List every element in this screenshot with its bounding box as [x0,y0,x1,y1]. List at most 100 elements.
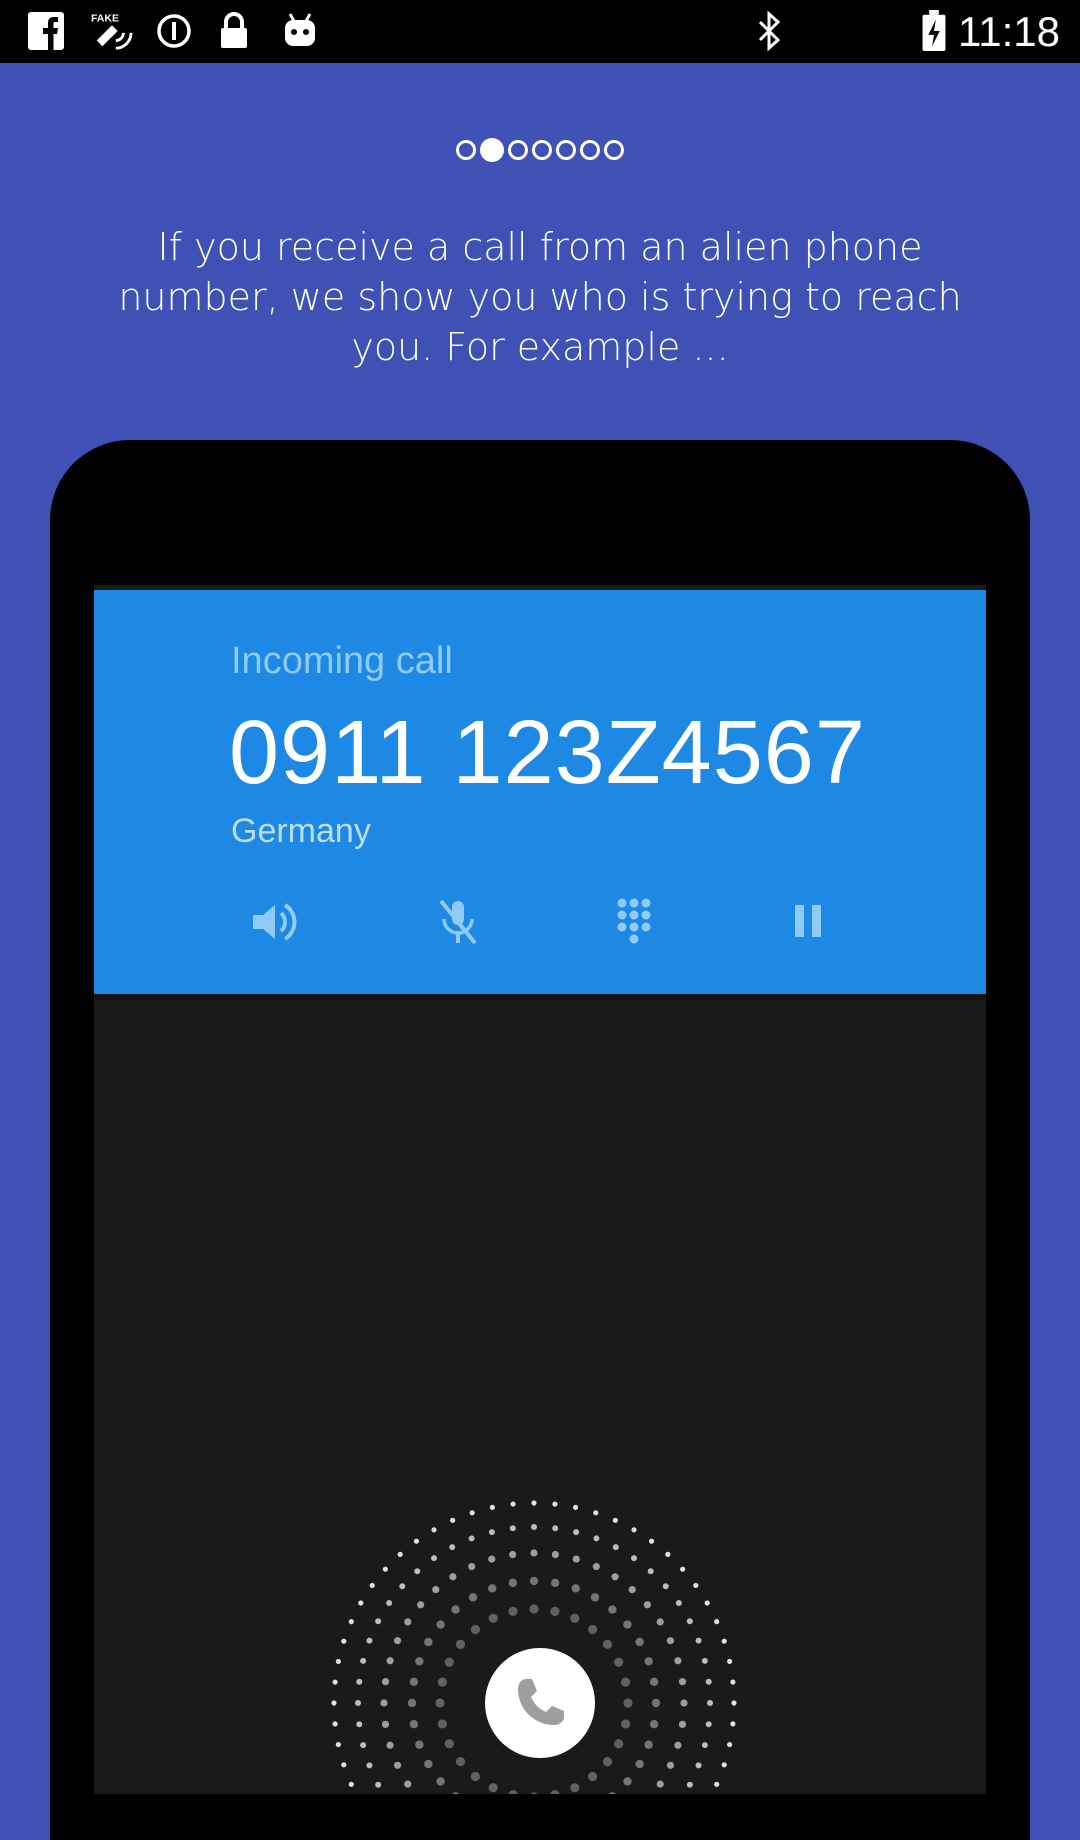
ripple-dot [680,1566,686,1572]
ripple-dot [360,1742,367,1749]
ripple-dot [714,1781,720,1787]
ripple-dot [588,1771,598,1782]
ripple-dot [572,1555,580,1563]
mute-icon [439,899,477,945]
ripple-dot [648,1538,655,1544]
ripple-dot [382,1566,388,1572]
ripple-dot [680,1699,688,1707]
ripple-dot [623,1698,633,1708]
ripple-dot [602,1639,613,1649]
ripple-dot [730,1721,736,1727]
ripple-dot [444,1739,454,1749]
pause-icon [795,905,821,937]
page-dot[interactable] [604,140,624,160]
ripple-dot [592,1562,600,1571]
status-bar: FAKE 11:18 [0,0,1080,63]
ripple-dot [508,1578,518,1588]
page-dot-active[interactable] [480,138,504,162]
ripple-dot [435,1698,445,1708]
ripple-dot [649,1719,659,1729]
page-dot[interactable] [580,140,600,160]
ripple-dot [621,1677,631,1687]
ripple-dot [424,1759,433,1769]
ripple-dot [488,1584,497,1593]
ripple-dot [714,1619,720,1625]
ripple-dot [674,1741,682,1749]
ripple-dot [397,1551,403,1557]
ripple-dot [612,1544,619,1551]
ripple-dot [612,1517,618,1523]
ripple-dot [417,1601,425,1609]
ripple-dot [552,1501,558,1507]
ripple-dot [678,1720,687,1728]
ripple-dot [529,1576,539,1586]
onboarding-description: If you receive a call from an alien phon… [118,225,962,369]
ripple-dot [409,1719,419,1729]
dialpad-icon [617,898,651,944]
ripple-dot [366,1762,373,1769]
ripple-dot [614,1739,624,1749]
facebook-icon [28,12,64,50]
ripple-dot [621,1719,631,1729]
ripple-dot [431,1527,437,1533]
ripple-dot [552,1525,559,1532]
ripple-dot [731,1700,737,1706]
ripple-dot [550,1790,560,1794]
ripple-dot [335,1741,341,1748]
page-dot[interactable] [508,140,528,160]
speaker-icon [253,903,297,941]
ripple-dot [721,1638,727,1644]
ripple-dot [573,1529,580,1536]
ripple-dot [721,1762,727,1768]
ripple-dot [431,1555,438,1562]
ripple-dot [675,1600,682,1607]
ripple-dot [571,1584,580,1593]
ripple-dot [550,1578,560,1588]
ripple-dot [455,1639,466,1649]
ripple-dot [665,1551,671,1557]
fake-gps-icon: FAKE [91,12,133,50]
ripple-dot [488,1613,498,1623]
ripple-dot [570,1613,580,1623]
ripple-dot [380,1699,388,1707]
ripple-dot [449,1573,457,1581]
ripple-dot [695,1637,702,1644]
ripple-dot [386,1600,393,1607]
ripple-dot [414,1568,421,1575]
page-dot[interactable] [556,140,576,160]
ripple-dot [488,1555,496,1563]
ripple-dot [424,1637,433,1647]
page-dot[interactable] [456,140,476,160]
caller-country: Germany [231,812,371,850]
ripple-dot [635,1637,644,1647]
ripple-dot [666,1761,675,1769]
ripple-dot [701,1742,708,1749]
ripple-dot [593,1510,599,1516]
ripple-dot [602,1757,613,1767]
bluetooth-icon [758,10,781,52]
ripple-dot [341,1762,347,1768]
ripple-dot [331,1700,337,1706]
ripple-dot [704,1600,710,1606]
lock-icon [221,12,247,48]
ripple-dot [509,1525,516,1532]
ripple-dot [510,1501,516,1507]
ripple-dot [375,1618,382,1625]
ripple-dot [436,1777,445,1786]
ripple-dot [730,1679,736,1685]
ripple-dot [727,1741,733,1748]
ripple-dot [608,1605,617,1614]
ripple-dot [381,1678,390,1686]
ripple-dot [508,1606,518,1616]
android-icon [285,13,315,46]
ripple-dot [531,1500,537,1506]
page-dot[interactable] [532,140,552,160]
ripple-dot [468,1535,475,1542]
ripple-dot [531,1524,537,1530]
ripple-dot [407,1698,417,1708]
ripple-dot [358,1600,364,1606]
ripple-dot [686,1618,693,1625]
ripple-dot [666,1637,675,1645]
ripple-dot [550,1606,560,1616]
ripple-dot [630,1555,637,1562]
